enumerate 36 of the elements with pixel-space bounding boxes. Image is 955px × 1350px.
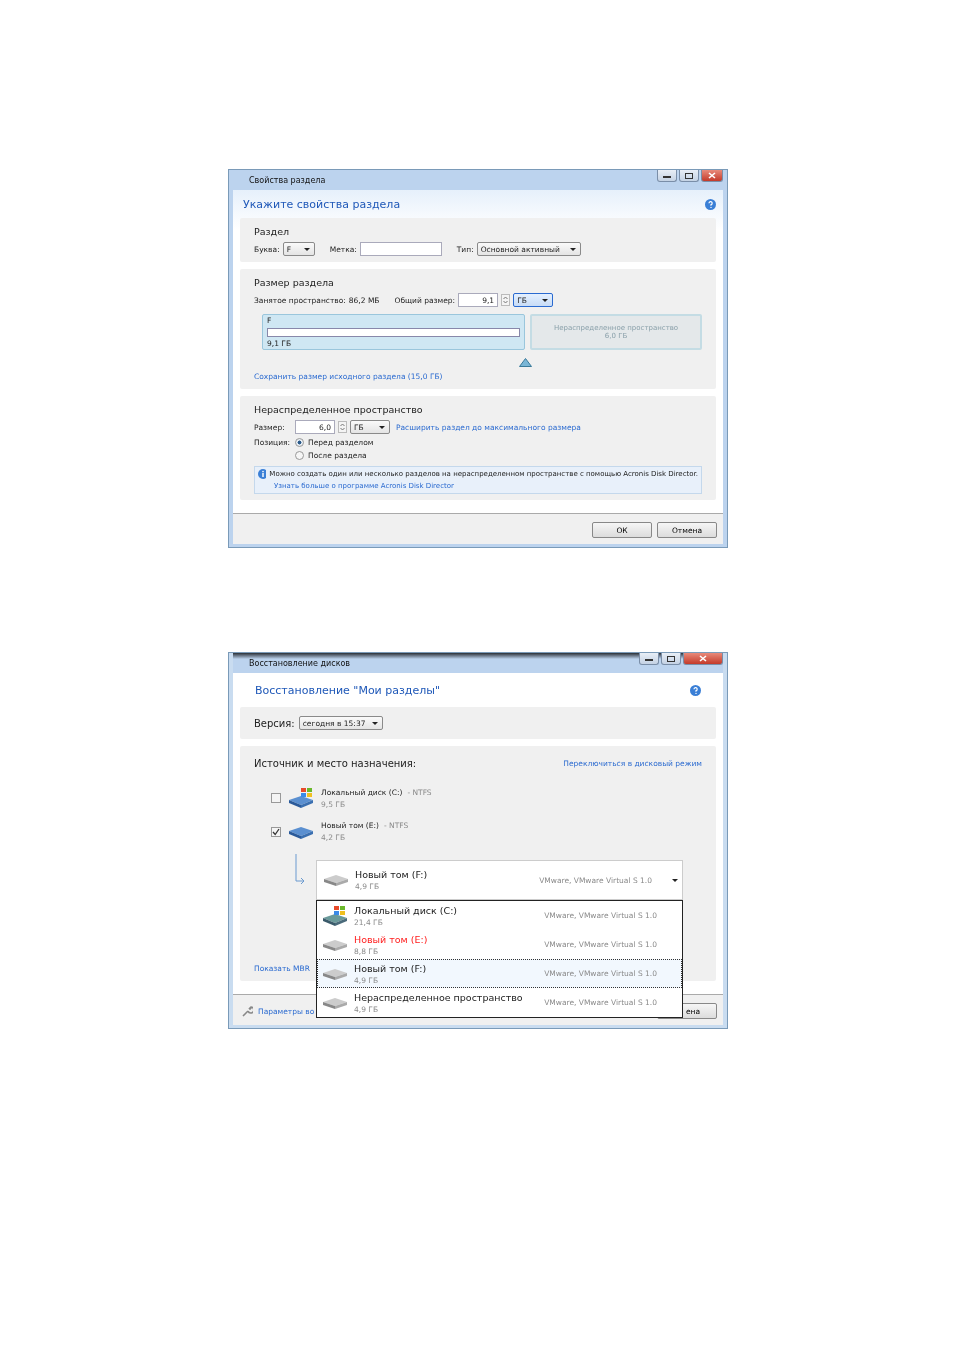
- minimize-button[interactable]: [657, 170, 677, 182]
- label-field[interactable]: [359, 242, 442, 256]
- close-icon: [699, 655, 707, 662]
- section-title: Размер раздела: [254, 277, 335, 288]
- wrench-icon: [241, 1005, 253, 1017]
- maximize-icon: [685, 172, 693, 179]
- drive-icon: [322, 937, 348, 952]
- checkbox[interactable]: [271, 826, 281, 837]
- section-title: Источник и место назначения:: [254, 758, 417, 769]
- resize-handle[interactable]: [519, 358, 532, 367]
- maximize-icon: [667, 655, 675, 662]
- close-icon: [708, 172, 716, 179]
- field-label: Версия:: [254, 717, 295, 729]
- drive-icon: [323, 873, 349, 887]
- help-icon[interactable]: [705, 198, 716, 210]
- maximize-button[interactable]: [661, 653, 681, 665]
- radio-button[interactable]: [295, 438, 304, 447]
- section-title: Нераспределенное пространство: [254, 404, 424, 415]
- window-title: Свойства раздела: [249, 175, 326, 185]
- checkbox[interactable]: [271, 793, 281, 803]
- close-button[interactable]: [701, 170, 723, 182]
- info-icon: [258, 469, 267, 479]
- maximize-button[interactable]: [679, 170, 699, 182]
- drive-icon: [322, 966, 348, 981]
- close-button[interactable]: [683, 653, 723, 665]
- minimize-button[interactable]: [639, 653, 659, 665]
- help-icon[interactable]: [690, 684, 701, 696]
- windows-drive-icon: [287, 787, 315, 809]
- section-title: Раздел: [254, 226, 291, 237]
- window-title: Восстановление дисков: [249, 658, 351, 668]
- dialog-heading: Восстановление "Мои разделы": [255, 683, 440, 697]
- windows-drive-icon: [322, 904, 348, 927]
- radio-button[interactable]: [295, 451, 304, 460]
- dialog-heading: Укажите свойства раздела: [243, 197, 401, 211]
- arrow-icon: [294, 854, 306, 884]
- drive-icon: [322, 995, 348, 1010]
